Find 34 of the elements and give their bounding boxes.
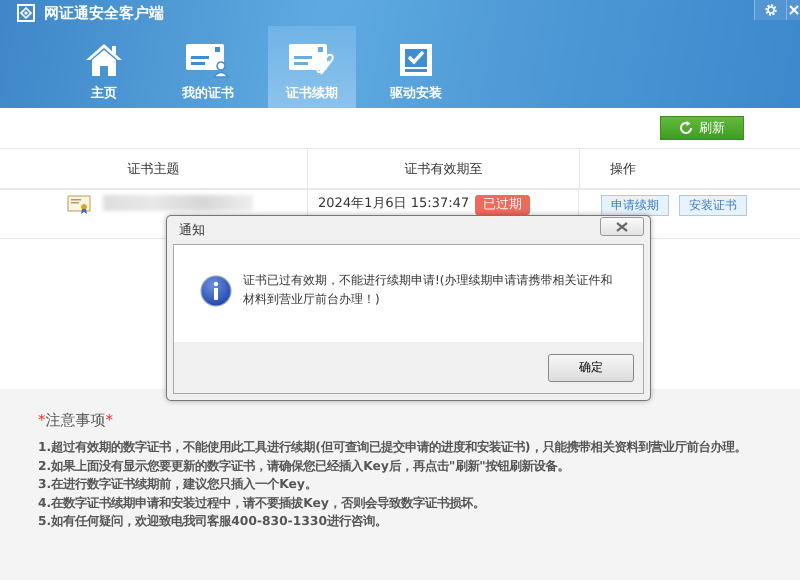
ok-button[interactable]: 确定 xyxy=(548,354,634,382)
note-text: 1.超过有效期的数字证书，不能使用此工具进行续期(但可查询已提交申请的进度和安装证书)，只能携带相关资料到营业厅前台办理。 xyxy=(38,439,748,456)
status-badge: 已过期 xyxy=(475,195,530,215)
certificate-user-icon xyxy=(185,42,231,78)
certificate-icon xyxy=(67,195,91,215)
refresh-icon xyxy=(679,121,693,135)
app-logo-icon xyxy=(17,4,35,22)
column-header: 证书有效期至 xyxy=(307,149,579,188)
notes-title: *注意事项* xyxy=(38,411,114,430)
column-header: 操作 xyxy=(579,149,800,188)
note-text: 4.在数字证书续期申请和安装过程中，请不要插拔Key，否则会导致数字证书损坏。 xyxy=(38,494,486,512)
expiry-date: 2024年1月6日 15:37:47 xyxy=(318,195,470,213)
close-icon xyxy=(616,222,628,232)
action-button[interactable]: 安装证书 xyxy=(679,195,747,216)
settings-button[interactable] xyxy=(754,0,786,20)
close-icon xyxy=(789,5,799,15)
window-title: 网证通安全客户端 xyxy=(44,4,164,22)
dialog-title: 通知 xyxy=(179,222,205,239)
nav-tab[interactable]: 我的证书 xyxy=(164,26,252,108)
settings-icon xyxy=(764,3,778,17)
note-text: 5.如有任何疑问，欢迎致电我司客服400-830-1330进行咨询。 xyxy=(38,513,388,530)
note-text: 3.在进行数字证书续期前，建议您只插入一个Key。 xyxy=(38,476,318,493)
nav-tab[interactable]: 驱动安装 xyxy=(372,26,460,108)
nav-tab[interactable]: 主页 xyxy=(60,26,148,108)
column-header: 证书主题 xyxy=(126,160,180,178)
note-text: 2.如果上面没有显示您要更新的数字证书，请确保您已经插入Key后，再点击"刷新"按钮刷新设备。 xyxy=(38,458,571,475)
checkbox-icon xyxy=(398,42,434,78)
dialog-message: 证书已过有效期，不能进行续期申请!(办理续期申请请携带相关证件和材料到营业厅前台办理！) xyxy=(243,272,614,308)
nav-tab[interactable]: 证书续期 xyxy=(268,26,356,108)
home-icon xyxy=(84,42,124,78)
info-icon xyxy=(200,275,232,307)
refresh-button[interactable]: 刷新 xyxy=(660,116,744,140)
close-button[interactable] xyxy=(600,217,644,236)
action-button[interactable]: 申请续期 xyxy=(601,195,669,216)
